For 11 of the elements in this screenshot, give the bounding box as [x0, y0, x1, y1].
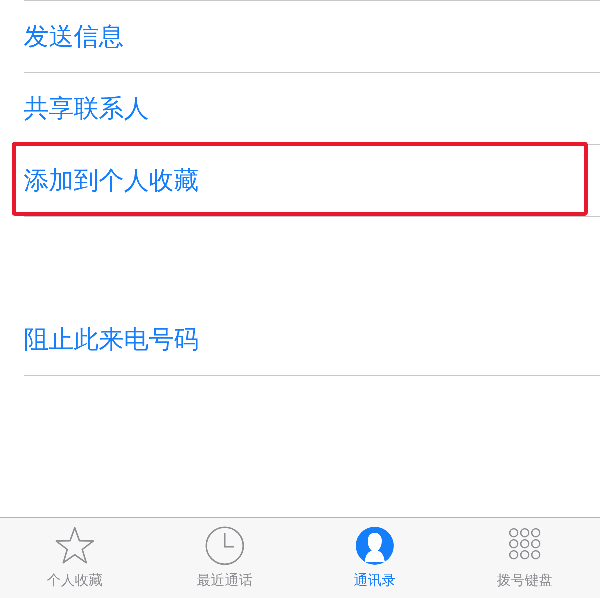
action-link[interactable]: 发送信息	[24, 20, 124, 53]
star-icon	[55, 526, 95, 566]
tab[interactable]: 最近通话	[150, 518, 300, 598]
tab[interactable]: 拨号键盘	[450, 518, 600, 598]
tab[interactable]: 通讯录	[300, 518, 450, 598]
action-link[interactable]: 阻止此来电号码	[24, 323, 199, 356]
clock-icon	[205, 526, 245, 566]
tab[interactable]: 个人收藏	[0, 518, 150, 598]
action-link[interactable]: 添加到个人收藏	[24, 164, 199, 197]
contact-icon	[355, 526, 395, 566]
action-link[interactable]: 共享联系人	[24, 92, 149, 125]
